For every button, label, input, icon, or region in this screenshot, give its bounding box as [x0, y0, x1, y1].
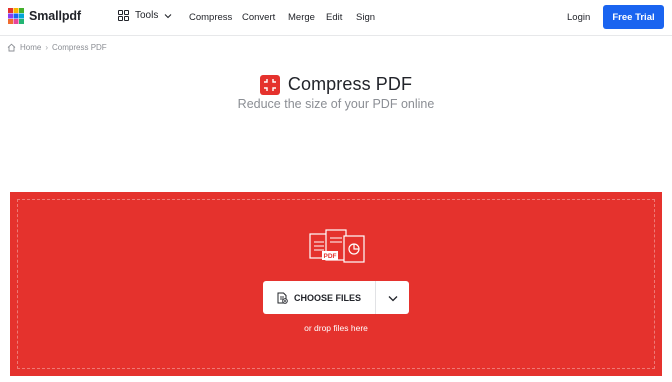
page-subtitle: Reduce the size of your PDF online	[237, 97, 435, 111]
tools-menu[interactable]: Tools	[118, 10, 172, 21]
breadcrumb-separator: ›	[45, 43, 49, 52]
nav-merge[interactable]: Merge	[288, 12, 315, 23]
files-illustration-icon: PDF	[309, 229, 365, 263]
breadcrumb-current: Compress PDF	[52, 43, 107, 52]
choose-files-button[interactable]: CHOOSE FILES	[263, 281, 375, 314]
chevron-down-icon	[388, 289, 398, 307]
nav-sign[interactable]: Sign	[356, 12, 375, 23]
grid-icon	[118, 10, 129, 21]
free-trial-button[interactable]: Free Trial	[603, 5, 664, 29]
home-icon	[7, 43, 16, 52]
top-navbar: Smallpdf Tools Compress Convert Merge Ed…	[0, 0, 672, 36]
logo-text: Smallpdf	[29, 9, 81, 23]
breadcrumb-home[interactable]: Home	[20, 43, 41, 52]
compress-icon	[259, 74, 280, 95]
nav-compress[interactable]: Compress	[189, 12, 232, 23]
upload-options-button[interactable]	[376, 281, 409, 314]
pdf-badge: PDF	[324, 253, 337, 260]
smallpdf-logo-icon	[8, 8, 24, 24]
drop-hint: or drop files here	[304, 323, 368, 333]
choose-files-group: CHOOSE FILES	[263, 281, 409, 314]
nav-convert[interactable]: Convert	[242, 12, 275, 23]
file-upload-icon	[277, 292, 288, 304]
login-link[interactable]: Login	[567, 12, 590, 23]
page-header: Compress PDF	[0, 74, 672, 95]
logo[interactable]: Smallpdf	[8, 8, 81, 24]
file-dropzone[interactable]: PDF CHOOSE FILES or drop files here	[10, 192, 662, 376]
page-title: Compress PDF	[287, 74, 413, 94]
choose-files-label: CHOOSE FILES	[293, 292, 361, 303]
nav-edit[interactable]: Edit	[326, 12, 342, 23]
chevron-down-icon	[164, 13, 172, 19]
tools-label: Tools	[135, 10, 159, 21]
breadcrumb: Home › Compress PDF	[7, 43, 107, 52]
